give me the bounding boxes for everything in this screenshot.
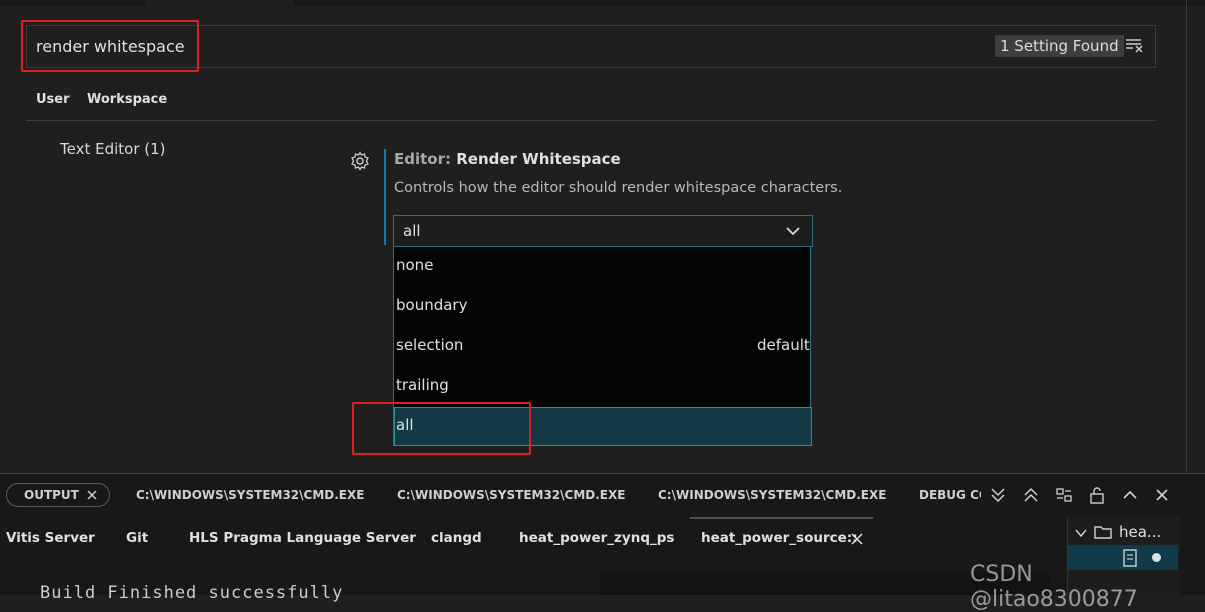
tab-cmd-1[interactable]: C:\WINDOWS\SYSTEM32\CMD.EXE (136, 488, 364, 502)
setting-name: Render Whitespace (456, 150, 621, 168)
render-whitespace-select[interactable] (393, 215, 813, 247)
terminal-tab-clangd[interactable]: clangd (431, 530, 482, 546)
select-current-value: all (403, 222, 421, 240)
gear-icon[interactable] (350, 151, 370, 171)
close-panel-icon[interactable] (1153, 486, 1171, 504)
tab-workspace[interactable]: Workspace (87, 92, 167, 107)
tab-cmd-3[interactable]: C:\WINDOWS\SYSTEM32\CMD.EXE (658, 488, 886, 502)
panel-border (0, 473, 1205, 474)
modified-dot-icon (1152, 553, 1161, 562)
terminal-tab-active-indicator (690, 517, 873, 519)
chevron-down-small-icon[interactable] (1075, 527, 1087, 539)
folder-icon (1094, 524, 1112, 540)
option-none[interactable]: none (396, 256, 433, 274)
setting-title: Editor: Render Whitespace (394, 150, 621, 168)
watermark: CSDN @litao8300877 (970, 562, 1138, 612)
tab-output[interactable]: OUTPUT (24, 488, 79, 502)
lock-icon[interactable] (1088, 486, 1106, 504)
word-wrap-icon[interactable] (1055, 486, 1073, 504)
terminal-tab-vitis-server[interactable]: Vitis Server (6, 530, 95, 546)
chevron-down-icon[interactable] (785, 223, 801, 239)
toc-item-text-editor[interactable]: Text Editor (1) (60, 140, 166, 158)
highlight-box-search (21, 20, 199, 72)
expand-up-icon[interactable] (1022, 486, 1040, 504)
editor-tab-active[interactable] (145, 0, 293, 6)
tab-cmd-2[interactable]: C:\WINDOWS\SYSTEM32\CMD.EXE (397, 488, 625, 502)
terminal-close-icon[interactable] (851, 533, 863, 545)
setting-focus-bar (384, 149, 386, 245)
option-selection[interactable]: selection (396, 336, 463, 354)
settings-count-badge: 1 Setting Found (995, 35, 1124, 57)
highlight-box-all-option (352, 402, 531, 455)
terminal-tab-heat-power-zynq-ps[interactable]: heat_power_zynq_ps (519, 530, 674, 546)
clear-filter-icon[interactable] (1125, 36, 1145, 54)
default-label: default (757, 336, 810, 354)
close-icon[interactable] (86, 489, 98, 501)
terminal-tab-git[interactable]: Git (126, 530, 148, 546)
editor-scrollbar-edge (1186, 0, 1187, 475)
terminal-tab-heat-power-source[interactable]: heat_power_source:: (701, 530, 858, 546)
option-trailing[interactable]: trailing (396, 376, 449, 394)
setting-description: Controls how the editor should render wh… (394, 180, 843, 196)
terminal-tab-hls-pragma[interactable]: HLS Pragma Language Server (189, 530, 416, 546)
terminal-output-text: Build Finished successfully (40, 583, 344, 603)
tab-user[interactable]: User (36, 92, 70, 107)
tab-debug-console[interactable]: DEBUG CC (919, 488, 981, 502)
option-boundary[interactable]: boundary (396, 296, 467, 314)
chevron-up-icon[interactable] (1121, 486, 1139, 504)
settings-divider (26, 120, 1156, 121)
side-list-item[interactable]: hea... (1119, 523, 1161, 541)
setting-category: Editor: (394, 150, 451, 168)
collapse-down-icon[interactable] (989, 486, 1007, 504)
